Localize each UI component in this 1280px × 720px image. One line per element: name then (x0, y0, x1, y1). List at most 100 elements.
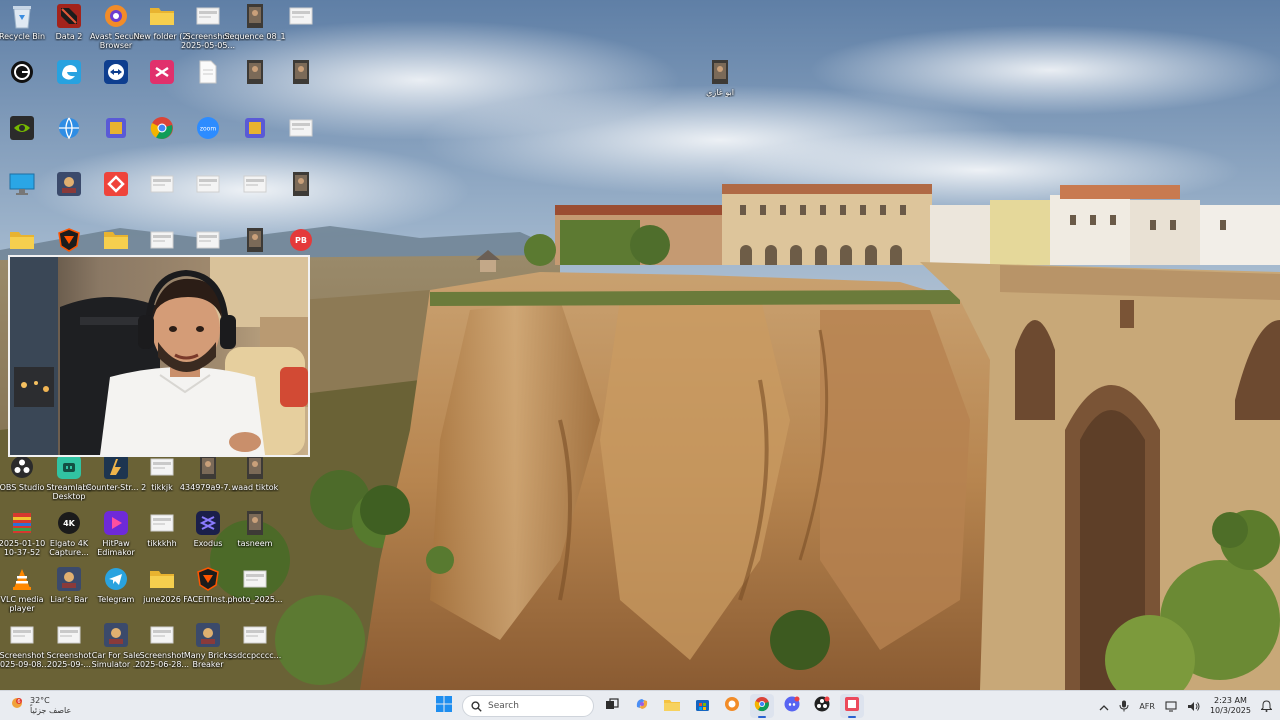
video-file-icon (193, 453, 223, 481)
taskbar: 6 32°C عاصف جزئياً Search AFR 2:23 AM 10… (0, 690, 1280, 720)
app-icon (101, 114, 131, 142)
pdf-icon: PB (286, 226, 316, 254)
microphone-icon[interactable] (1119, 697, 1129, 716)
discord-button[interactable] (780, 694, 804, 718)
anydesk-icon (101, 170, 131, 198)
app-button[interactable] (840, 694, 864, 718)
obs-icon (814, 696, 830, 716)
nvidia-icon (7, 114, 37, 142)
game-icon (101, 621, 131, 649)
task-view-icon (605, 697, 619, 716)
volume-icon[interactable] (1187, 697, 1200, 716)
gog-galaxy-icon (7, 58, 37, 86)
desktop-icon[interactable]: ssdccpcccc... (227, 621, 283, 660)
chevron-up-icon[interactable] (1099, 697, 1109, 716)
network-app-icon (54, 114, 84, 142)
desktop-icon[interactable]: waad tiktok (227, 453, 283, 492)
video-file-icon (240, 509, 270, 537)
copilot-button[interactable] (630, 694, 654, 718)
discord-icon (784, 696, 800, 716)
desktop-icon[interactable]: PB (273, 226, 329, 256)
dota-game-icon (54, 2, 84, 30)
folder-icon (101, 226, 131, 254)
network-icon[interactable] (1165, 697, 1177, 716)
video-file-icon (705, 58, 735, 86)
notification-icon[interactable] (1260, 697, 1273, 716)
microsoft-edge-icon (54, 58, 84, 86)
file-explorer-button[interactable] (660, 694, 684, 718)
recycle-bin-icon (7, 2, 37, 30)
language-indicator[interactable]: AFR (1139, 702, 1155, 711)
desktop-icon[interactable]: ابو غازي (692, 58, 748, 97)
store-button[interactable] (690, 694, 714, 718)
desktop-icon[interactable]: photo_2025... (227, 565, 283, 604)
search-icon (471, 697, 482, 716)
desktop-icon[interactable] (273, 2, 329, 32)
app-icon (240, 114, 270, 142)
svg-text:zoom: zoom (200, 126, 216, 133)
streamlabs-icon (54, 453, 84, 481)
faceit-icon (54, 226, 84, 254)
taskbar-center: Search (432, 694, 864, 718)
video-file-icon (286, 170, 316, 198)
clock-date: 10/3/2025 (1209, 706, 1251, 715)
folder-icon (7, 226, 37, 254)
weather-condition: عاصف جزئياً (30, 706, 72, 715)
weather-widget[interactable]: 6 32°C عاصف جزئياً (10, 694, 71, 718)
zoom-icon: zoom (193, 114, 223, 142)
obs-icon (7, 453, 37, 481)
image-file-icon (147, 621, 177, 649)
exodus-icon (193, 509, 223, 537)
desktop-icon-label: ابو غازي (706, 88, 734, 97)
chrome-icon (147, 114, 177, 142)
desktop-icon[interactable] (273, 58, 329, 88)
svg-text:6: 6 (17, 699, 20, 705)
start-button[interactable] (432, 694, 456, 718)
archive-icon (7, 509, 37, 537)
video-file-icon (240, 453, 270, 481)
image-file-icon (240, 170, 270, 198)
avast-browser-icon (101, 2, 131, 30)
game-icon (54, 170, 84, 198)
windows-start-icon (436, 696, 452, 716)
weather-icon: 6 (10, 696, 26, 716)
hitpaw-icon (101, 509, 131, 537)
counter-strike-icon (101, 453, 131, 481)
search-placeholder: Search (488, 701, 519, 711)
copilot-icon (634, 696, 650, 716)
desktop-icon-label: tasneem (237, 539, 273, 548)
desktop-icon[interactable] (273, 114, 329, 144)
taskbar-search[interactable]: Search (462, 695, 594, 717)
desktop-icon[interactable] (273, 170, 329, 200)
store-icon (695, 697, 710, 716)
weather-temperature: 32°C (30, 696, 50, 705)
capcut-icon (147, 58, 177, 86)
image-file-icon (193, 226, 223, 254)
game-icon (193, 621, 223, 649)
image-file-icon (147, 170, 177, 198)
image-file-icon (286, 114, 316, 142)
desktop-icon-label: ssdccpcccc... (228, 651, 282, 660)
clock[interactable]: 2:23 AM 10/3/2025 (1210, 696, 1251, 716)
video-file-icon (240, 2, 270, 30)
folder-icon (147, 565, 177, 593)
desktop-icon-label: Sequence 08_1 (224, 32, 286, 41)
svg-text:PB: PB (295, 236, 307, 245)
task-view-button[interactable] (600, 694, 624, 718)
game-icon (54, 565, 84, 593)
avast-browser-button[interactable] (720, 694, 744, 718)
obs-button[interactable] (810, 694, 834, 718)
desktop-icon-label: waad tiktok (231, 483, 279, 492)
video-file-icon (240, 58, 270, 86)
telegram-icon (101, 565, 131, 593)
image-file-icon (240, 621, 270, 649)
clock-time: 2:23 AM (1214, 696, 1247, 705)
teamviewer-icon (101, 58, 131, 86)
desktop-icon-label: photo_2025... (227, 595, 283, 604)
chrome-button[interactable] (750, 694, 774, 718)
desktop-icon[interactable]: tasneem (227, 509, 283, 548)
image-file-icon (147, 453, 177, 481)
svg-text:4K: 4K (63, 519, 76, 528)
monitor-icon (7, 170, 37, 198)
text-file-icon (193, 58, 223, 86)
